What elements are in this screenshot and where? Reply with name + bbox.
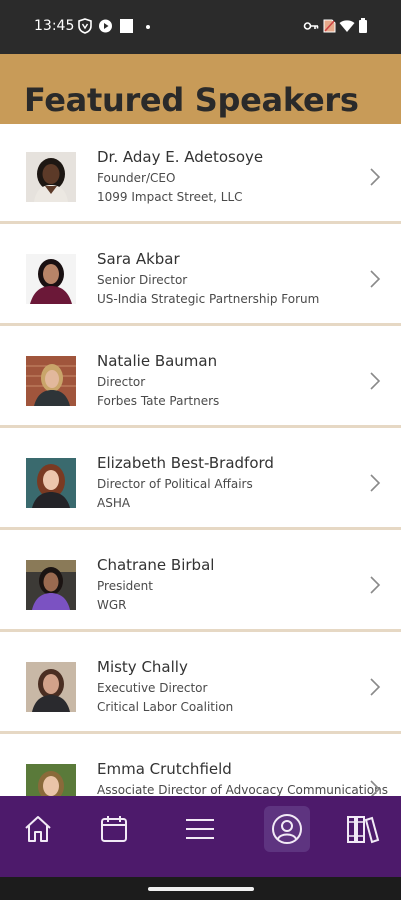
speaker-row[interactable]: Dr. Aday E. Adetosoye Founder/CEO 1099 I…: [0, 124, 401, 224]
key-icon: [303, 22, 319, 30]
speaker-list[interactable]: Dr. Aday E. Adetosoye Founder/CEO 1099 I…: [0, 124, 401, 796]
home-icon: [25, 816, 51, 842]
speaker-title: Associate Director of Advocacy Communica…: [97, 783, 388, 796]
speaker-row[interactable]: Natalie Bauman Director Forbes Tate Part…: [0, 328, 401, 428]
speaker-photo: [26, 152, 76, 202]
speaker-title: President: [97, 579, 153, 593]
speaker-organization: 1099 Impact Street, LLC: [97, 190, 243, 204]
speaker-row[interactable]: Emma Crutchfield Associate Director of A…: [0, 736, 401, 796]
speaker-name: Chatrane Birbal: [97, 556, 215, 574]
battery-icon: [359, 18, 367, 33]
status-bar: 13:45: [0, 0, 401, 54]
speaker-name: Dr. Aday E. Adetosoye: [97, 148, 264, 166]
speaker-row[interactable]: Misty Chally Executive Director Critical…: [0, 634, 401, 734]
speaker-photo: [26, 356, 76, 406]
chevron-right-icon[interactable]: [368, 676, 382, 698]
speaker-organization: Critical Labor Coalition: [97, 700, 234, 714]
calendar-icon: [101, 816, 127, 842]
speaker-title: Director: [97, 375, 146, 389]
speaker-title: Executive Director: [97, 681, 208, 695]
speaker-title: Senior Director: [97, 273, 188, 287]
nav-resources-button[interactable]: [340, 806, 386, 852]
speaker-photo: [26, 560, 76, 610]
speaker-title: Founder/CEO: [97, 171, 176, 185]
speaker-name: Sara Akbar: [97, 250, 180, 268]
play-icon: [99, 19, 112, 33]
speaker-organization: WGR: [97, 598, 127, 612]
gesture-bar-area: [0, 877, 401, 900]
speaker-name: Natalie Bauman: [97, 352, 218, 370]
chevron-right-icon[interactable]: [368, 166, 382, 188]
speaker-organization: US-India Strategic Partnership Forum: [97, 292, 320, 306]
page-header: Featured Speakers: [0, 54, 401, 124]
chevron-right-icon[interactable]: [368, 472, 382, 494]
speaker-name: Misty Chally: [97, 658, 188, 676]
profile-icon: [272, 814, 302, 844]
no-sim-icon: [323, 19, 336, 33]
page-title: Featured Speakers: [24, 81, 359, 119]
speaker-organization: Forbes Tate Partners: [97, 394, 220, 408]
menu-icon: [186, 819, 214, 839]
speaker-photo: [26, 764, 76, 796]
speaker-photo: [26, 458, 76, 508]
chevron-right-icon[interactable]: [368, 574, 382, 596]
vpn-shield-icon: [78, 18, 92, 34]
nav-schedule-button[interactable]: [91, 806, 137, 852]
chevron-right-icon[interactable]: [368, 268, 382, 290]
chevron-right-icon[interactable]: [368, 778, 382, 796]
nav-speakers-button[interactable]: [264, 806, 310, 852]
square-icon: [120, 19, 133, 33]
speaker-photo: [26, 662, 76, 712]
speaker-row[interactable]: Sara Akbar Senior Director US-India Stra…: [0, 226, 401, 326]
speaker-row[interactable]: Chatrane Birbal President WGR: [0, 532, 401, 632]
speaker-organization: ASHA: [97, 496, 131, 510]
speaker-photo: [26, 254, 76, 304]
nav-home-button[interactable]: [15, 806, 61, 852]
nav-menu-button[interactable]: [177, 806, 223, 852]
home-gesture-handle[interactable]: [148, 887, 254, 891]
dot-icon: [146, 25, 150, 29]
speaker-title: Director of Political Affairs: [97, 477, 253, 491]
speaker-name: Elizabeth Best-Bradford: [97, 454, 274, 472]
bottom-nav: [0, 796, 401, 877]
speaker-name: Emma Crutchfield: [97, 760, 232, 778]
library-icon: [347, 816, 380, 844]
status-time: 13:45: [34, 18, 75, 34]
speaker-row[interactable]: Elizabeth Best-Bradford Director of Poli…: [0, 430, 401, 530]
wifi-icon: [339, 20, 355, 32]
chevron-right-icon[interactable]: [368, 370, 382, 392]
